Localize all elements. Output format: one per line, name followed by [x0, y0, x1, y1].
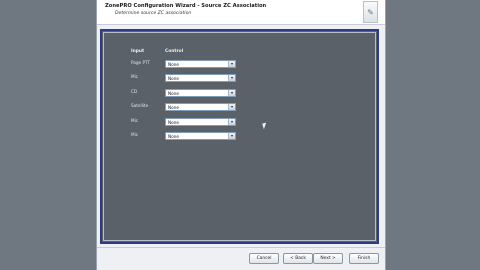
row-label-mic-1: Mic — [131, 74, 139, 79]
chevron-down-icon[interactable] — [228, 133, 235, 139]
wizard-window: ZonePRO Configuration Wizard - Source ZC… — [96, 0, 386, 270]
column-header-input: Input — [131, 49, 145, 54]
row-label-cd: CD — [131, 89, 138, 94]
select-value: None — [168, 61, 179, 67]
chevron-down-icon[interactable] — [228, 75, 235, 81]
row-label-page-ptt: Page PTT — [131, 60, 151, 65]
row-label-mic-3: Mic — [131, 132, 139, 137]
control-select-mic-2[interactable]: None — [165, 118, 236, 126]
chevron-down-icon[interactable] — [228, 90, 235, 96]
chevron-down-icon[interactable] — [228, 104, 235, 110]
select-value: None — [168, 119, 179, 125]
footer-divider — [97, 247, 385, 248]
row-label-satellite: Satellite — [131, 103, 149, 108]
row-label-mic-2: Mic — [131, 118, 139, 123]
control-select-mic-3[interactable]: None — [165, 132, 236, 140]
select-value: None — [168, 133, 179, 139]
control-select-cd[interactable]: None — [165, 89, 236, 97]
next-button[interactable]: Next > — [313, 253, 343, 264]
cancel-button[interactable]: Cancel — [249, 253, 279, 264]
select-value: None — [168, 104, 179, 110]
back-button[interactable]: < Back — [283, 253, 313, 264]
association-panel: Input Control Page PTT None Mic None CD … — [100, 29, 379, 244]
control-select-mic-1[interactable]: None — [165, 74, 236, 82]
column-header-control: Control — [165, 49, 184, 54]
wizard-logo-icon: ✎ — [363, 1, 378, 23]
control-select-page-ptt[interactable]: None — [165, 60, 236, 68]
select-value: None — [168, 90, 179, 96]
control-select-satellite[interactable]: None — [165, 103, 236, 111]
finish-button[interactable]: Finish — [349, 253, 379, 264]
chevron-down-icon[interactable] — [228, 119, 235, 125]
wizard-title: ZonePRO Configuration Wizard - Source ZC… — [105, 3, 267, 9]
select-value: None — [168, 75, 179, 81]
wizard-subtitle: Determine source ZC association — [115, 11, 192, 16]
chevron-down-icon[interactable] — [228, 61, 235, 67]
wizard-header: ZonePRO Configuration Wizard - Source ZC… — [97, 0, 385, 24]
header-divider — [97, 24, 385, 25]
